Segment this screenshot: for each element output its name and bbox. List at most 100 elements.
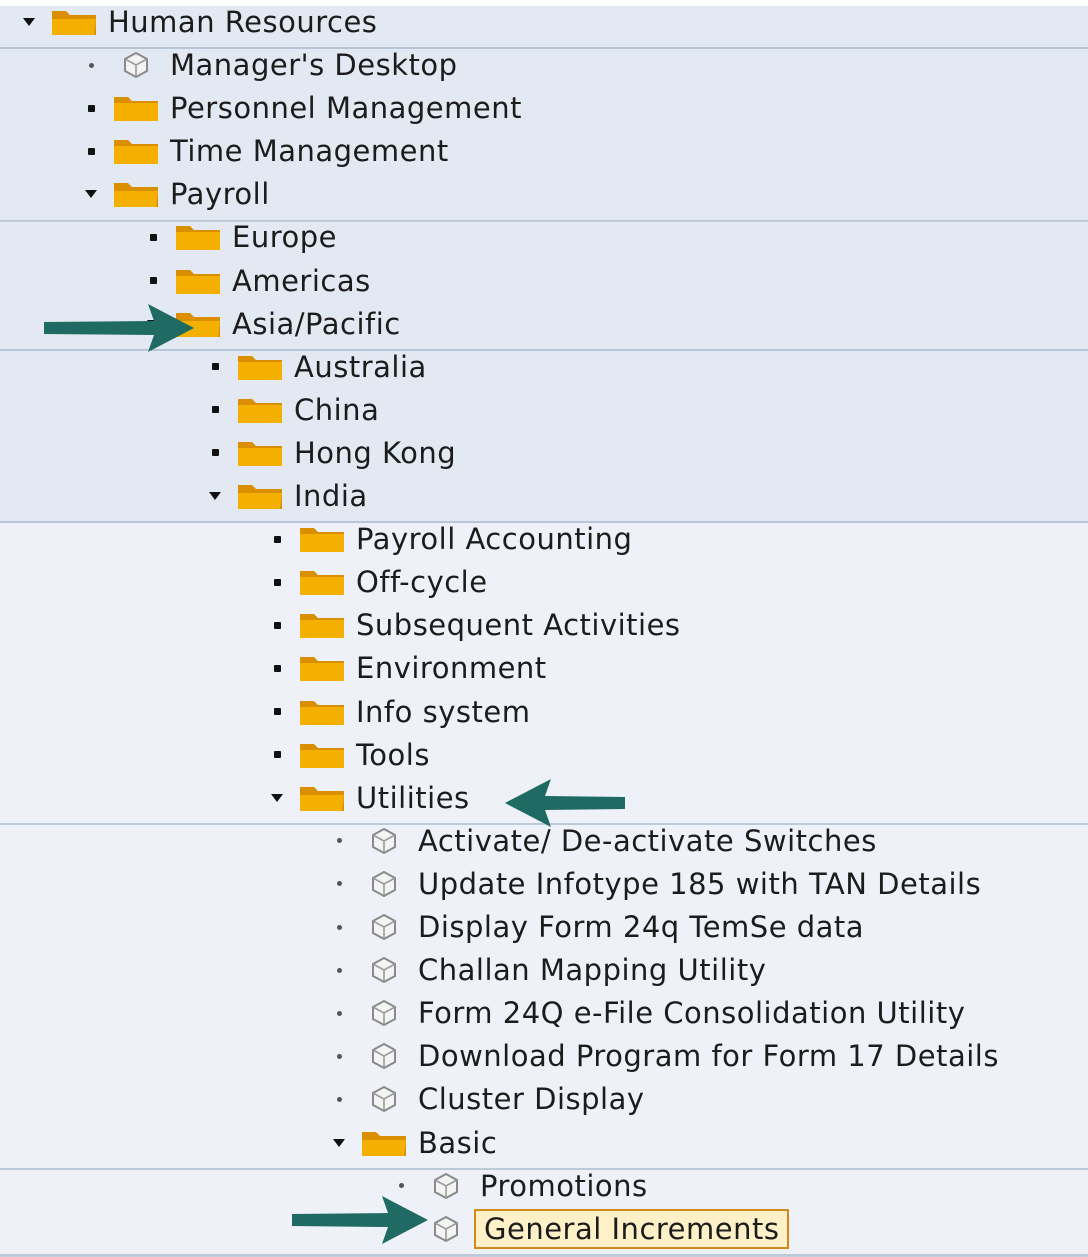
collapse-toggle-icon[interactable] [78,181,104,207]
expand-toggle-icon[interactable] [78,95,104,121]
transaction-cube-icon [360,955,408,985]
folder-icon [236,352,284,382]
tree-folder-node[interactable]: Time Management [0,130,1088,173]
expand-toggle-icon[interactable] [202,354,228,380]
tree-node-label: Update Infotype 185 with TAN Details [418,866,982,901]
tree-node-label: Download Program for Form 17 Details [418,1039,999,1074]
collapse-toggle-icon[interactable] [16,9,42,35]
transaction-cube-icon [360,1084,408,1114]
collapse-toggle-icon[interactable] [326,1130,352,1156]
tree-node-label: Manager's Desktop [170,48,458,83]
tree-transaction-node[interactable]: Promotions [0,1164,1088,1207]
folder-icon [298,610,346,640]
tree-folder-node[interactable]: Environment [0,647,1088,690]
tree-node-label: Cluster Display [418,1082,645,1117]
tree-folder-node[interactable]: Basic [0,1121,1088,1164]
tree-folder-node[interactable]: China [0,388,1088,431]
expand-toggle-icon[interactable] [264,612,290,638]
tree-node-label: Utilities [356,780,470,815]
tree-node-label: Environment [356,651,547,686]
leaf-bullet-icon [326,1086,352,1112]
tree-node-label: Activate/ De-activate Switches [418,823,877,858]
transaction-cube-icon [360,1041,408,1071]
expand-toggle-icon[interactable] [264,742,290,768]
tree-node-label: Promotions [480,1168,648,1203]
folder-icon [298,567,346,597]
tree-folder-node[interactable]: Info system [0,690,1088,733]
tree-node-label: Hong Kong [294,435,457,470]
tree-node-label: Tools [356,737,430,772]
folder-icon [174,222,222,252]
tree-node-label: China [294,392,380,427]
expand-toggle-icon[interactable] [264,699,290,725]
folder-icon [174,266,222,296]
tree-folder-node[interactable]: India [0,475,1088,518]
expand-toggle-icon[interactable] [264,655,290,681]
tree-folder-node[interactable]: Human Resources [0,0,1088,43]
open-folder-icon [112,179,160,209]
annotation-arrow-left-icon [505,779,625,827]
collapse-toggle-icon[interactable] [264,785,290,811]
tree-node-label: Payroll [170,177,270,212]
expand-toggle-icon[interactable] [78,138,104,164]
open-folder-icon [298,783,346,813]
tree-node-label: India [294,479,368,514]
transaction-cube-icon [360,912,408,942]
tree-node-label: Subsequent Activities [356,608,681,643]
open-folder-icon [360,1128,408,1158]
leaf-bullet-icon [326,957,352,983]
transaction-cube-icon [360,826,408,856]
transaction-cube-icon [422,1171,470,1201]
folder-icon [298,740,346,770]
tree-folder-node[interactable]: Payroll [0,173,1088,216]
expand-toggle-icon[interactable] [140,224,166,250]
expand-toggle-icon[interactable] [264,569,290,595]
tree-level-separator [0,1253,1088,1257]
tree-transaction-node[interactable]: Cluster Display [0,1078,1088,1121]
expand-toggle-icon[interactable] [202,440,228,466]
transaction-cube-icon [422,1214,470,1244]
tree-node-label: Challan Mapping Utility [418,953,767,988]
tree-transaction-node[interactable]: Challan Mapping Utility [0,949,1088,992]
expand-toggle-icon[interactable] [140,268,166,294]
leaf-bullet-icon [78,52,104,78]
sap-easy-access-menu-tree: Human Resources Manager's Desktop Personne… [0,0,1088,1257]
folder-icon [236,438,284,468]
collapse-toggle-icon[interactable] [202,483,228,509]
tree-transaction-node[interactable]: Update Infotype 185 with TAN Details [0,862,1088,905]
tree-node-label: Off-cycle [356,565,488,600]
annotation-arrow-right-icon [292,1196,428,1244]
tree-folder-node[interactable]: Hong Kong [0,431,1088,474]
leaf-bullet-icon [326,1000,352,1026]
tree-transaction-node[interactable]: General Increments [0,1207,1088,1250]
tree-folder-node[interactable]: Americas [0,259,1088,302]
tree-transaction-node[interactable]: Download Program for Form 17 Details [0,1035,1088,1078]
open-folder-icon [236,481,284,511]
tree-transaction-node[interactable]: Manager's Desktop [0,44,1088,87]
folder-icon [112,93,160,123]
tree-node-label: Human Resources [108,4,378,39]
leaf-bullet-icon [326,871,352,897]
tree-folder-node[interactable]: Payroll Accounting [0,518,1088,561]
transaction-cube-icon [360,998,408,1028]
transaction-cube-icon [112,50,160,80]
folder-icon [112,136,160,166]
tree-folder-node[interactable]: Europe [0,216,1088,259]
tree-node-label: Europe [232,220,337,255]
tree-folder-node[interactable]: Personnel Management [0,87,1088,130]
tree-node-label: Americas [232,263,371,298]
open-folder-icon [50,7,98,37]
folder-icon [298,524,346,554]
tree-folder-node[interactable]: Subsequent Activities [0,604,1088,647]
tree-folder-node[interactable]: Off-cycle [0,561,1088,604]
folder-icon [236,395,284,425]
transaction-cube-icon [360,869,408,899]
expand-toggle-icon[interactable] [202,397,228,423]
tree-transaction-node[interactable]: Form 24Q e-File Consolidation Utility [0,992,1088,1035]
tree-transaction-node[interactable]: Display Form 24q TemSe data [0,906,1088,949]
leaf-bullet-icon [326,914,352,940]
leaf-bullet-icon [326,1043,352,1069]
tree-folder-node[interactable]: Tools [0,733,1088,776]
tree-node-label: Australia [294,349,427,384]
expand-toggle-icon[interactable] [264,526,290,552]
